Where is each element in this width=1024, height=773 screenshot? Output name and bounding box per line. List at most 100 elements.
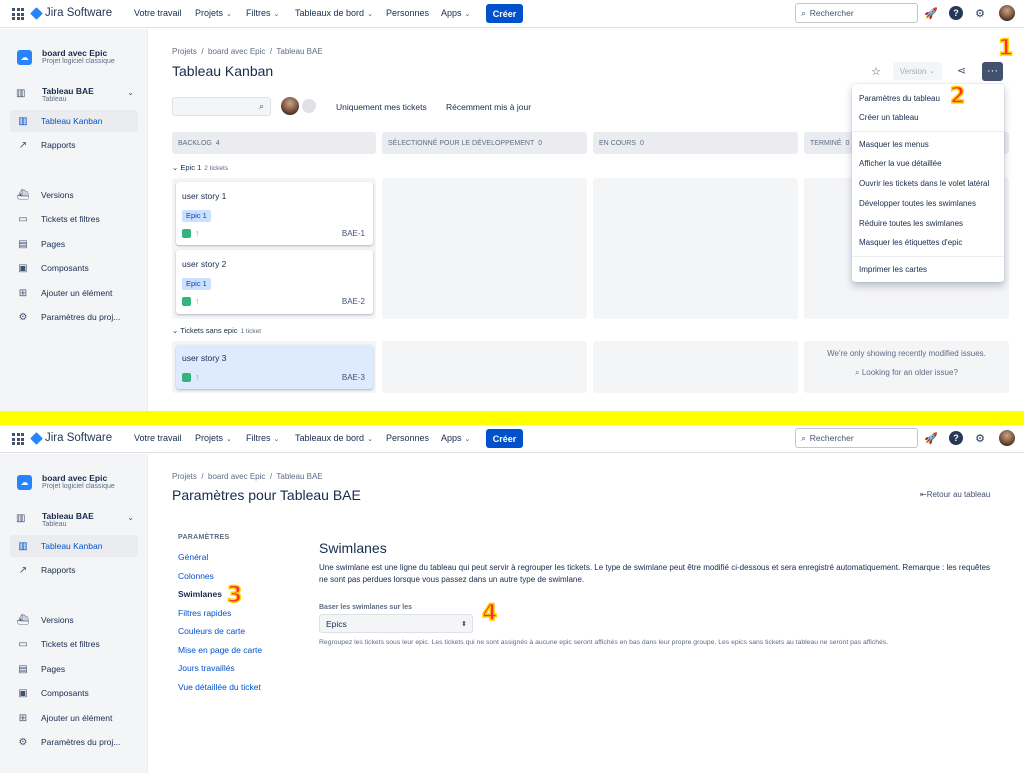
nav-projects[interactable]: Projets ⌄ [195,8,232,18]
sidebar-item-add[interactable]: ⊞ Ajouter un élément [10,282,138,304]
nav-people[interactable]: Personnes [386,8,429,18]
search-input[interactable]: ⌕ Rechercher [795,3,918,23]
avatar-placeholder[interactable] [300,97,318,115]
swimlane-no-epic-header[interactable]: ⌄ Tickets sans epic 1 ticket [172,326,261,335]
annotation-4: 4 [481,601,498,626]
sidebar-item-project-settings[interactable]: ⚙ Paramètres du proj... [10,731,138,753]
star-icon[interactable]: ☆ [871,65,881,78]
swimlanes-heading: Swimlanes [319,540,387,556]
settings-link-working-days[interactable]: Jours travaillés [178,663,235,673]
search-icon: ⌕ [258,101,264,111]
sidebar-item-issues[interactable]: ▭ Tickets et filtres [10,208,138,230]
help-icon[interactable]: ? [949,6,963,20]
user-avatar[interactable] [281,97,299,115]
issue-card[interactable]: user story 1 Epic 1 ↑ BAE-1 [176,182,373,245]
menu-item-collapse-swimlanes[interactable]: Réduire toutes les swimlanes [859,219,963,228]
create-button[interactable]: Créer [486,4,523,23]
annotation-3: 3 [226,583,243,608]
notifications-icon[interactable]: 🚀 [924,431,938,445]
gear-icon: ⚙ [18,736,28,748]
project-name[interactable]: board avec Epic [42,48,107,58]
nav-projects[interactable]: Projets ⌄ [195,433,232,443]
project-type: Projet logiciel classique [42,483,115,490]
settings-link-card-layout[interactable]: Mise en page de carte [178,645,262,655]
component-icon: ▣ [18,687,28,699]
sidebar-item-reports[interactable]: ↗ Rapports [10,134,138,156]
board-settings-screen: Jira Software Votre travail Projets ⌄ Fil… [0,425,1024,773]
help-icon[interactable]: ? [949,431,963,445]
menu-item-expand-swimlanes[interactable]: Développer toutes les swimlanes [859,199,976,208]
older-issue-link[interactable]: ⌕ Looking for an older issue? [804,368,1009,378]
sidebar-item-reports[interactable]: ↗ Rapports [10,559,138,581]
more-actions-button[interactable]: ··· [982,62,1003,81]
settings-link-card-colors[interactable]: Couleurs de carte [178,626,245,636]
settings-link-columns[interactable]: Colonnes [178,571,214,581]
menu-item-create-board[interactable]: Créer un tableau [859,113,919,122]
chevron-down-icon: ⌄ [464,436,471,443]
menu-item-board-settings[interactable]: Paramètres du tableau [859,94,940,103]
user-avatar[interactable] [999,5,1015,21]
story-icon [182,297,191,306]
sidebar-item-add[interactable]: ⊞ Ajouter un élément [10,707,138,729]
annotation-1: 1 [997,36,1014,61]
jira-diamond-icon [30,431,43,445]
chevron-down-icon: ⌄ [172,163,179,172]
share-icon[interactable]: ⋖ [957,64,966,77]
settings-gear-icon[interactable]: ⚙ [973,6,987,20]
notifications-icon[interactable]: 🚀 [924,6,938,20]
search-input[interactable]: ⌕ Rechercher [795,428,918,448]
settings-link-issue-detail[interactable]: Vue détaillée du ticket [178,682,261,692]
project-name[interactable]: board avec Epic [42,473,107,483]
menu-item-hide-epic-labels[interactable]: Masquer les étiquettes d'epic [859,238,962,247]
menu-item-detail-view[interactable]: Afficher la vue détaillée [859,159,942,168]
version-dropdown[interactable]: Version ⌄ [893,62,942,80]
menu-item-side-panel[interactable]: Ouvrir les tickets dans le volet latéral [859,179,989,188]
ship-icon: ⛴ [16,614,30,626]
recent-issues-note: We're only showing recently modified iss… [827,349,986,358]
nav-apps[interactable]: Apps ⌄ [441,433,470,443]
settings-gear-icon[interactable]: ⚙ [973,431,987,445]
settings-link-swimlanes[interactable]: Swimlanes [178,589,222,599]
swimlane-basis-select[interactable]: Epics ⬍ [319,614,473,633]
nav-dashboards[interactable]: Tableaux de bord ⌄ [295,8,373,18]
epic-label: Epic 1 [182,278,211,290]
sidebar-item-project-settings[interactable]: ⚙ Paramètres du proj... [10,306,138,328]
nav-filters[interactable]: Filtres ⌄ [246,433,279,443]
nav-filters[interactable]: Filtres ⌄ [246,8,279,18]
nav-apps[interactable]: Apps ⌄ [441,8,470,18]
nav-people[interactable]: Personnes [386,433,429,443]
sidebar-item-components[interactable]: ▣ Composants [10,682,138,704]
menu-item-hide-menus[interactable]: Masquer les menus [859,140,929,149]
sidebar-item-issues[interactable]: ▭ Tickets et filtres [10,633,138,655]
sidebar-item-pages[interactable]: ▤ Pages [10,233,138,255]
nav-dashboards[interactable]: Tableaux de bord ⌄ [295,433,373,443]
jira-logo[interactable]: Jira Software [30,6,112,20]
nav-your-work[interactable]: Votre travail [134,8,182,18]
nav-your-work[interactable]: Votre travail [134,433,182,443]
back-to-board-link[interactable]: ⇤Retour au tableau [920,490,990,499]
settings-link-quick-filters[interactable]: Filtres rapides [178,608,231,618]
add-item-icon: ⊞ [18,712,28,724]
board-selector[interactable]: ▥ Tableau BAE Tableau ⌄ [10,507,138,535]
swimlane-epic1-header[interactable]: ⌄ Epic 12 tickets [172,163,228,172]
sidebar-item-versions[interactable]: ⛴ Versions [10,609,138,631]
issue-card[interactable]: user story 2 Epic 1 ↑ BAE-2 [176,250,373,314]
user-avatar[interactable] [999,430,1015,446]
sidebar-item-versions[interactable]: ⛴ Versions [10,184,138,206]
board-search-input[interactable]: ⌕ [172,97,271,116]
quick-filter-recent[interactable]: Récemment mis à jour [446,102,531,112]
create-button[interactable]: Créer [486,429,523,448]
sidebar-item-kanban[interactable]: ▥ Tableau Kanban [10,535,138,557]
board-selector[interactable]: ▥ Tableau BAE Tableau ⌄ [10,82,138,110]
quick-filter-mine[interactable]: Uniquement mes tickets [336,102,427,112]
app-switcher-icon[interactable] [12,8,24,20]
issue-card[interactable]: user story 3 ↑ BAE-3 [176,345,373,389]
sidebar-item-components[interactable]: ▣ Composants [10,257,138,279]
app-switcher-icon[interactable] [12,433,24,445]
sidebar-item-pages[interactable]: ▤ Pages [10,658,138,680]
menu-item-print-cards[interactable]: Imprimer les cartes [859,265,927,274]
settings-link-general[interactable]: Général [178,552,208,562]
jira-logo[interactable]: Jira Software [30,431,112,445]
sidebar-item-kanban[interactable]: ▥ Tableau Kanban [10,110,138,132]
lane-cell [382,341,587,393]
